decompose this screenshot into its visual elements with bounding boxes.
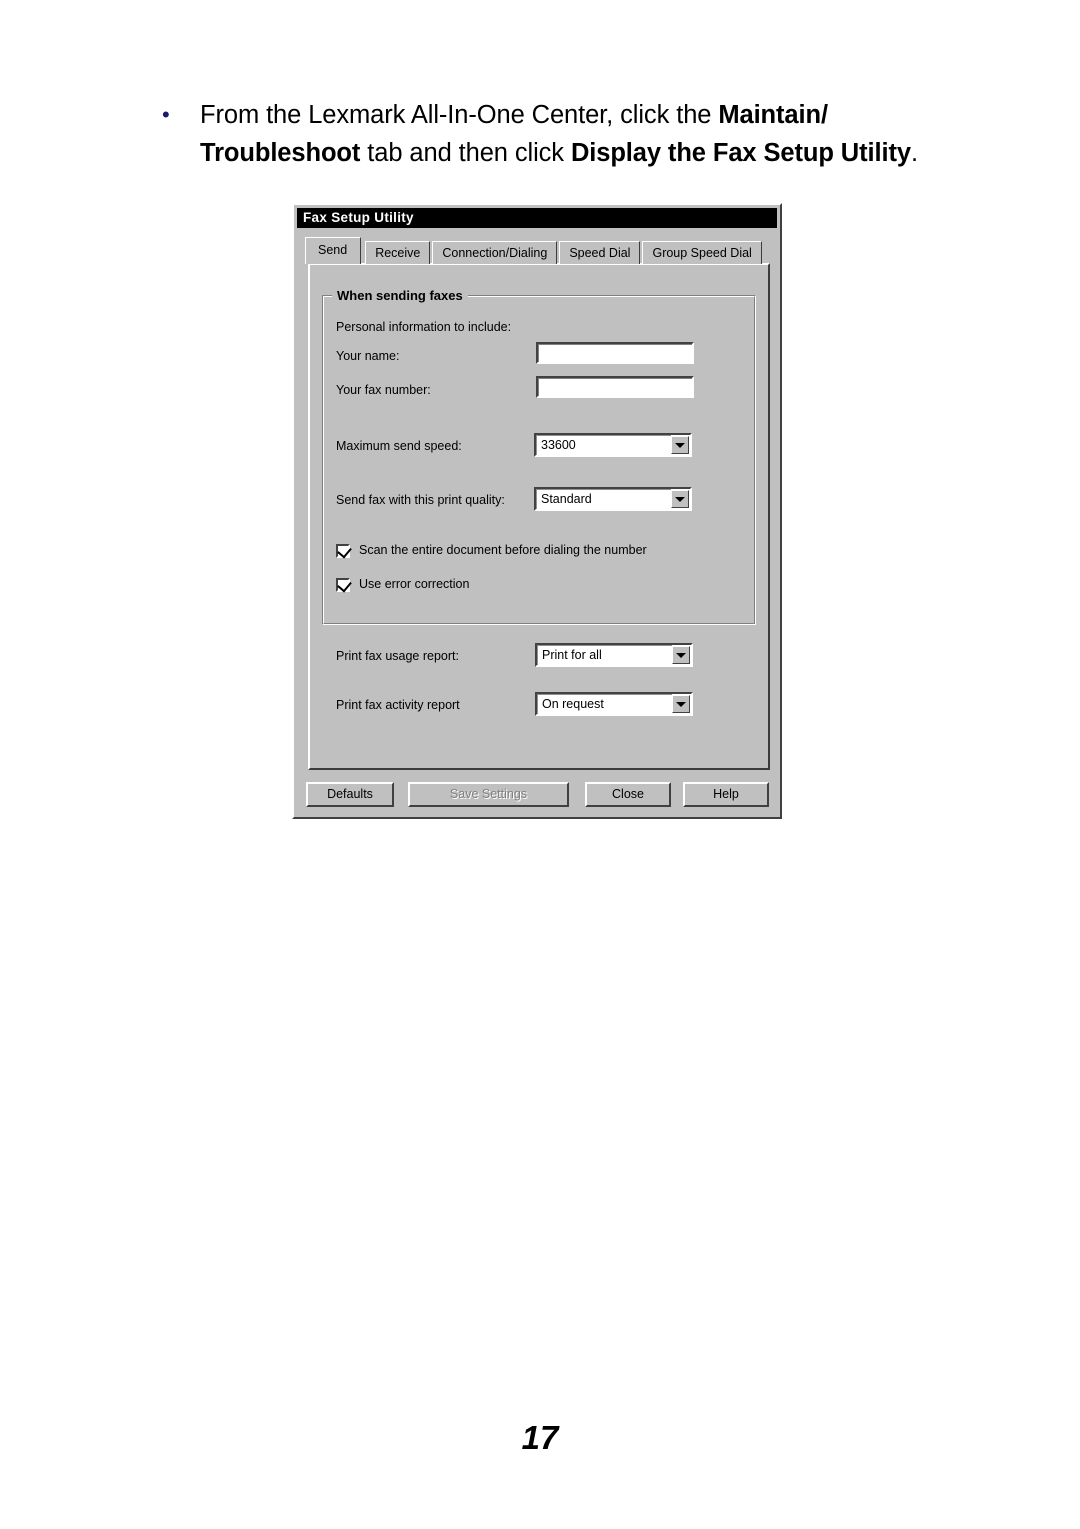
your-name-label: Your name:: [336, 349, 400, 363]
instruction-line2-plain: tab and then click: [360, 139, 571, 167]
maximum-send-speed-value: 33600: [536, 435, 671, 455]
instruction-row: • From the Lexmark All-In-One Center, cl…: [158, 96, 948, 172]
scan-entire-document-checkbox-row[interactable]: Scan the entire document before dialing …: [336, 543, 647, 558]
fax-setup-utility-dialog: Fax Setup Utility Send Receive Connectio…: [292, 203, 782, 819]
your-fax-number-label: Your fax number:: [336, 383, 431, 397]
instruction-line1-bold: Maintain/: [718, 101, 828, 129]
instruction-line2-end: .: [910, 139, 918, 167]
your-name-field[interactable]: [536, 342, 694, 364]
your-fax-number-value: [538, 378, 692, 396]
defaults-button[interactable]: Defaults: [306, 782, 394, 807]
groupbox-legend: When sending faxes: [332, 289, 468, 303]
use-error-correction-checkbox-row[interactable]: Use error correction: [336, 577, 469, 592]
bullet-icon: •: [162, 102, 170, 127]
help-button[interactable]: Help: [683, 782, 769, 807]
tab-receive[interactable]: Receive: [365, 241, 431, 264]
tab-strip: Send Receive Connection/Dialing Speed Di…: [305, 237, 764, 264]
maximum-send-speed-dropdown[interactable]: 33600: [534, 433, 692, 457]
chevron-down-icon[interactable]: [672, 695, 690, 713]
check-icon: [337, 577, 352, 592]
instruction-line2-bold2: Display the Fax Setup Utility: [570, 139, 911, 167]
scan-entire-document-checkbox[interactable]: [336, 543, 352, 558]
save-settings-button[interactable]: Save Settings: [408, 782, 569, 807]
print-fax-activity-report-label: Print fax activity report: [336, 698, 460, 712]
maximum-send-speed-label: Maximum send speed:: [336, 439, 462, 453]
print-fax-usage-report-label: Print fax usage report:: [336, 649, 459, 663]
personal-info-label: Personal information to include:: [336, 320, 512, 334]
your-fax-number-field[interactable]: [536, 376, 694, 398]
page-number: 17: [521, 1419, 559, 1456]
chevron-down-icon[interactable]: [672, 646, 690, 664]
print-quality-label: Send fax with this print quality:: [336, 493, 505, 507]
tab-send[interactable]: Send: [305, 237, 362, 264]
instruction-text: From the Lexmark All-In-One Center, clic…: [200, 96, 918, 172]
print-fax-activity-report-dropdown[interactable]: On request: [535, 692, 693, 716]
check-icon: [337, 543, 352, 558]
tab-speed-dial[interactable]: Speed Dial: [559, 241, 641, 264]
print-quality-dropdown[interactable]: Standard: [534, 487, 692, 511]
chevron-down-icon[interactable]: [671, 436, 689, 454]
print-fax-activity-report-value: On request: [537, 694, 672, 714]
instruction-line1-plain: From the Lexmark All-In-One Center, clic…: [200, 101, 719, 129]
tab-group-speed-dial[interactable]: Group Speed Dial: [642, 241, 762, 264]
print-fax-usage-report-dropdown[interactable]: Print for all: [535, 643, 693, 667]
close-button[interactable]: Close: [585, 782, 671, 807]
dialog-titlebar: Fax Setup Utility: [297, 208, 777, 228]
scan-entire-document-label: Scan the entire document before dialing …: [359, 543, 647, 557]
print-fax-usage-report-value: Print for all: [537, 645, 672, 665]
your-name-value: [538, 344, 692, 362]
tab-connection-dialing[interactable]: Connection/Dialing: [432, 241, 558, 264]
use-error-correction-label: Use error correction: [359, 577, 470, 591]
instruction-line2-bold1: Troubleshoot: [200, 139, 361, 167]
instruction-block: • From the Lexmark All-In-One Center, cl…: [158, 96, 948, 172]
use-error-correction-checkbox[interactable]: [336, 577, 352, 592]
chevron-down-icon[interactable]: [671, 490, 689, 508]
print-quality-value: Standard: [536, 489, 671, 509]
